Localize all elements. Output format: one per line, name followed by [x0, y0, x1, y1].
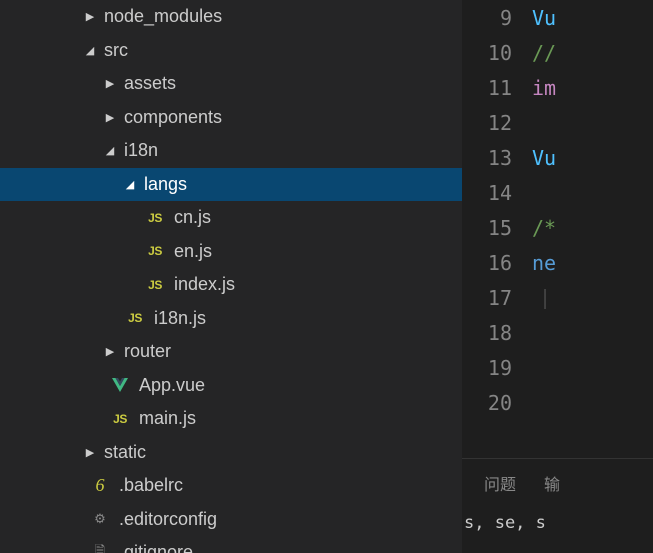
code-line[interactable]: 14: [462, 175, 653, 210]
tree-label: .gitignore: [119, 542, 193, 553]
line-number: 18: [462, 321, 532, 345]
js-icon: JS: [144, 211, 166, 225]
panel-content: s, se, s: [462, 495, 653, 533]
chevron-right-icon: ▶: [82, 446, 98, 459]
line-number: 10: [462, 41, 532, 65]
tree-item-mainjs[interactable]: JS main.js: [0, 402, 462, 436]
tree-item-assets[interactable]: ▶ assets: [0, 67, 462, 101]
code-line[interactable]: 17 ⎸: [462, 280, 653, 315]
line-number: 15: [462, 216, 532, 240]
line-number: 20: [462, 391, 532, 415]
chevron-right-icon: ▶: [102, 111, 118, 124]
line-number: 9: [462, 6, 532, 30]
code-line[interactable]: 11im: [462, 70, 653, 105]
tree-label: assets: [124, 73, 176, 94]
code-line[interactable]: 10//: [462, 35, 653, 70]
chevron-down-icon: ◢: [122, 178, 138, 191]
code-text: //: [532, 41, 556, 65]
chevron-down-icon: ◢: [82, 44, 98, 57]
tree-item-enjs[interactable]: JS en.js: [0, 235, 462, 269]
tree-label: index.js: [174, 274, 235, 295]
tree-item-static[interactable]: ▶ static: [0, 436, 462, 470]
line-number: 12: [462, 111, 532, 135]
code-line[interactable]: 20: [462, 385, 653, 420]
tree-label: en.js: [174, 241, 212, 262]
tree-item-i18njs[interactable]: JS i18n.js: [0, 302, 462, 336]
tree-label: .babelrc: [119, 475, 183, 496]
panel-tab-problems[interactable]: 问题: [484, 471, 516, 495]
tree-label: router: [124, 341, 171, 362]
tree-label: main.js: [139, 408, 196, 429]
code-line[interactable]: 18: [462, 315, 653, 350]
tree-label: i18n: [124, 140, 158, 161]
babel-icon: 6: [89, 475, 111, 496]
tree-label: i18n.js: [154, 308, 206, 329]
js-icon: JS: [109, 412, 131, 426]
tree-label: App.vue: [139, 375, 205, 396]
tree-item-node-modules[interactable]: ▶ node_modules: [0, 0, 462, 34]
code-text: /*: [532, 216, 556, 240]
tree-label: cn.js: [174, 207, 211, 228]
line-number: 14: [462, 181, 532, 205]
bottom-panel: 问题 输 s, se, s: [462, 458, 653, 553]
js-icon: JS: [144, 278, 166, 292]
chevron-down-icon: ◢: [102, 144, 118, 157]
code-line[interactable]: 15/*: [462, 210, 653, 245]
tree-item-i18n[interactable]: ◢ i18n: [0, 134, 462, 168]
chevron-right-icon: ▶: [82, 10, 98, 23]
code-text: im: [532, 76, 556, 100]
chevron-right-icon: ▶: [102, 345, 118, 358]
tree-item-components[interactable]: ▶ components: [0, 101, 462, 135]
tree-item-indexjs[interactable]: JS index.js: [0, 268, 462, 302]
code-line[interactable]: 16ne: [462, 245, 653, 280]
line-number: 17: [462, 286, 532, 310]
chevron-right-icon: ▶: [102, 77, 118, 90]
code-text: ne: [532, 251, 556, 275]
tree-item-cnjs[interactable]: JS cn.js: [0, 201, 462, 235]
tree-item-src[interactable]: ◢ src: [0, 34, 462, 68]
tree-item-router[interactable]: ▶ router: [0, 335, 462, 369]
tree-label: static: [104, 442, 146, 463]
tree-item-gitignore[interactable]: 🗎 .gitignore: [0, 536, 462, 553]
code-line[interactable]: 13Vu: [462, 140, 653, 175]
tree-item-langs[interactable]: ◢ langs: [0, 168, 462, 202]
line-number: 11: [462, 76, 532, 100]
file-explorer: ▶ node_modules ◢ src ▶ assets ▶ componen…: [0, 0, 462, 553]
tree-label: .editorconfig: [119, 509, 217, 530]
line-number: 19: [462, 356, 532, 380]
tree-label: langs: [144, 174, 187, 195]
tree-label: node_modules: [104, 6, 222, 27]
code-text: ⎸: [532, 286, 564, 310]
code-line[interactable]: 12: [462, 105, 653, 140]
tree-label: components: [124, 107, 222, 128]
code-line[interactable]: 19: [462, 350, 653, 385]
panel-tab-output[interactable]: 输: [544, 471, 560, 495]
code-line[interactable]: 9Vu: [462, 0, 653, 35]
line-number: 16: [462, 251, 532, 275]
tree-item-babelrc[interactable]: 6 .babelrc: [0, 469, 462, 503]
js-icon: JS: [144, 244, 166, 258]
code-editor[interactable]: 9Vu10//11im1213Vu1415/*16ne17 ⎸181920 问题…: [462, 0, 653, 553]
tree-item-editorconfig[interactable]: ⚙ .editorconfig: [0, 503, 462, 537]
tree-item-appvue[interactable]: App.vue: [0, 369, 462, 403]
js-icon: JS: [124, 311, 146, 325]
code-text: Vu: [532, 146, 556, 170]
document-icon: 🗎: [89, 542, 111, 553]
line-number: 13: [462, 146, 532, 170]
tree-label: src: [104, 40, 128, 61]
code-text: Vu: [532, 6, 556, 30]
vue-icon: [109, 378, 131, 392]
gear-icon: ⚙: [89, 511, 111, 527]
